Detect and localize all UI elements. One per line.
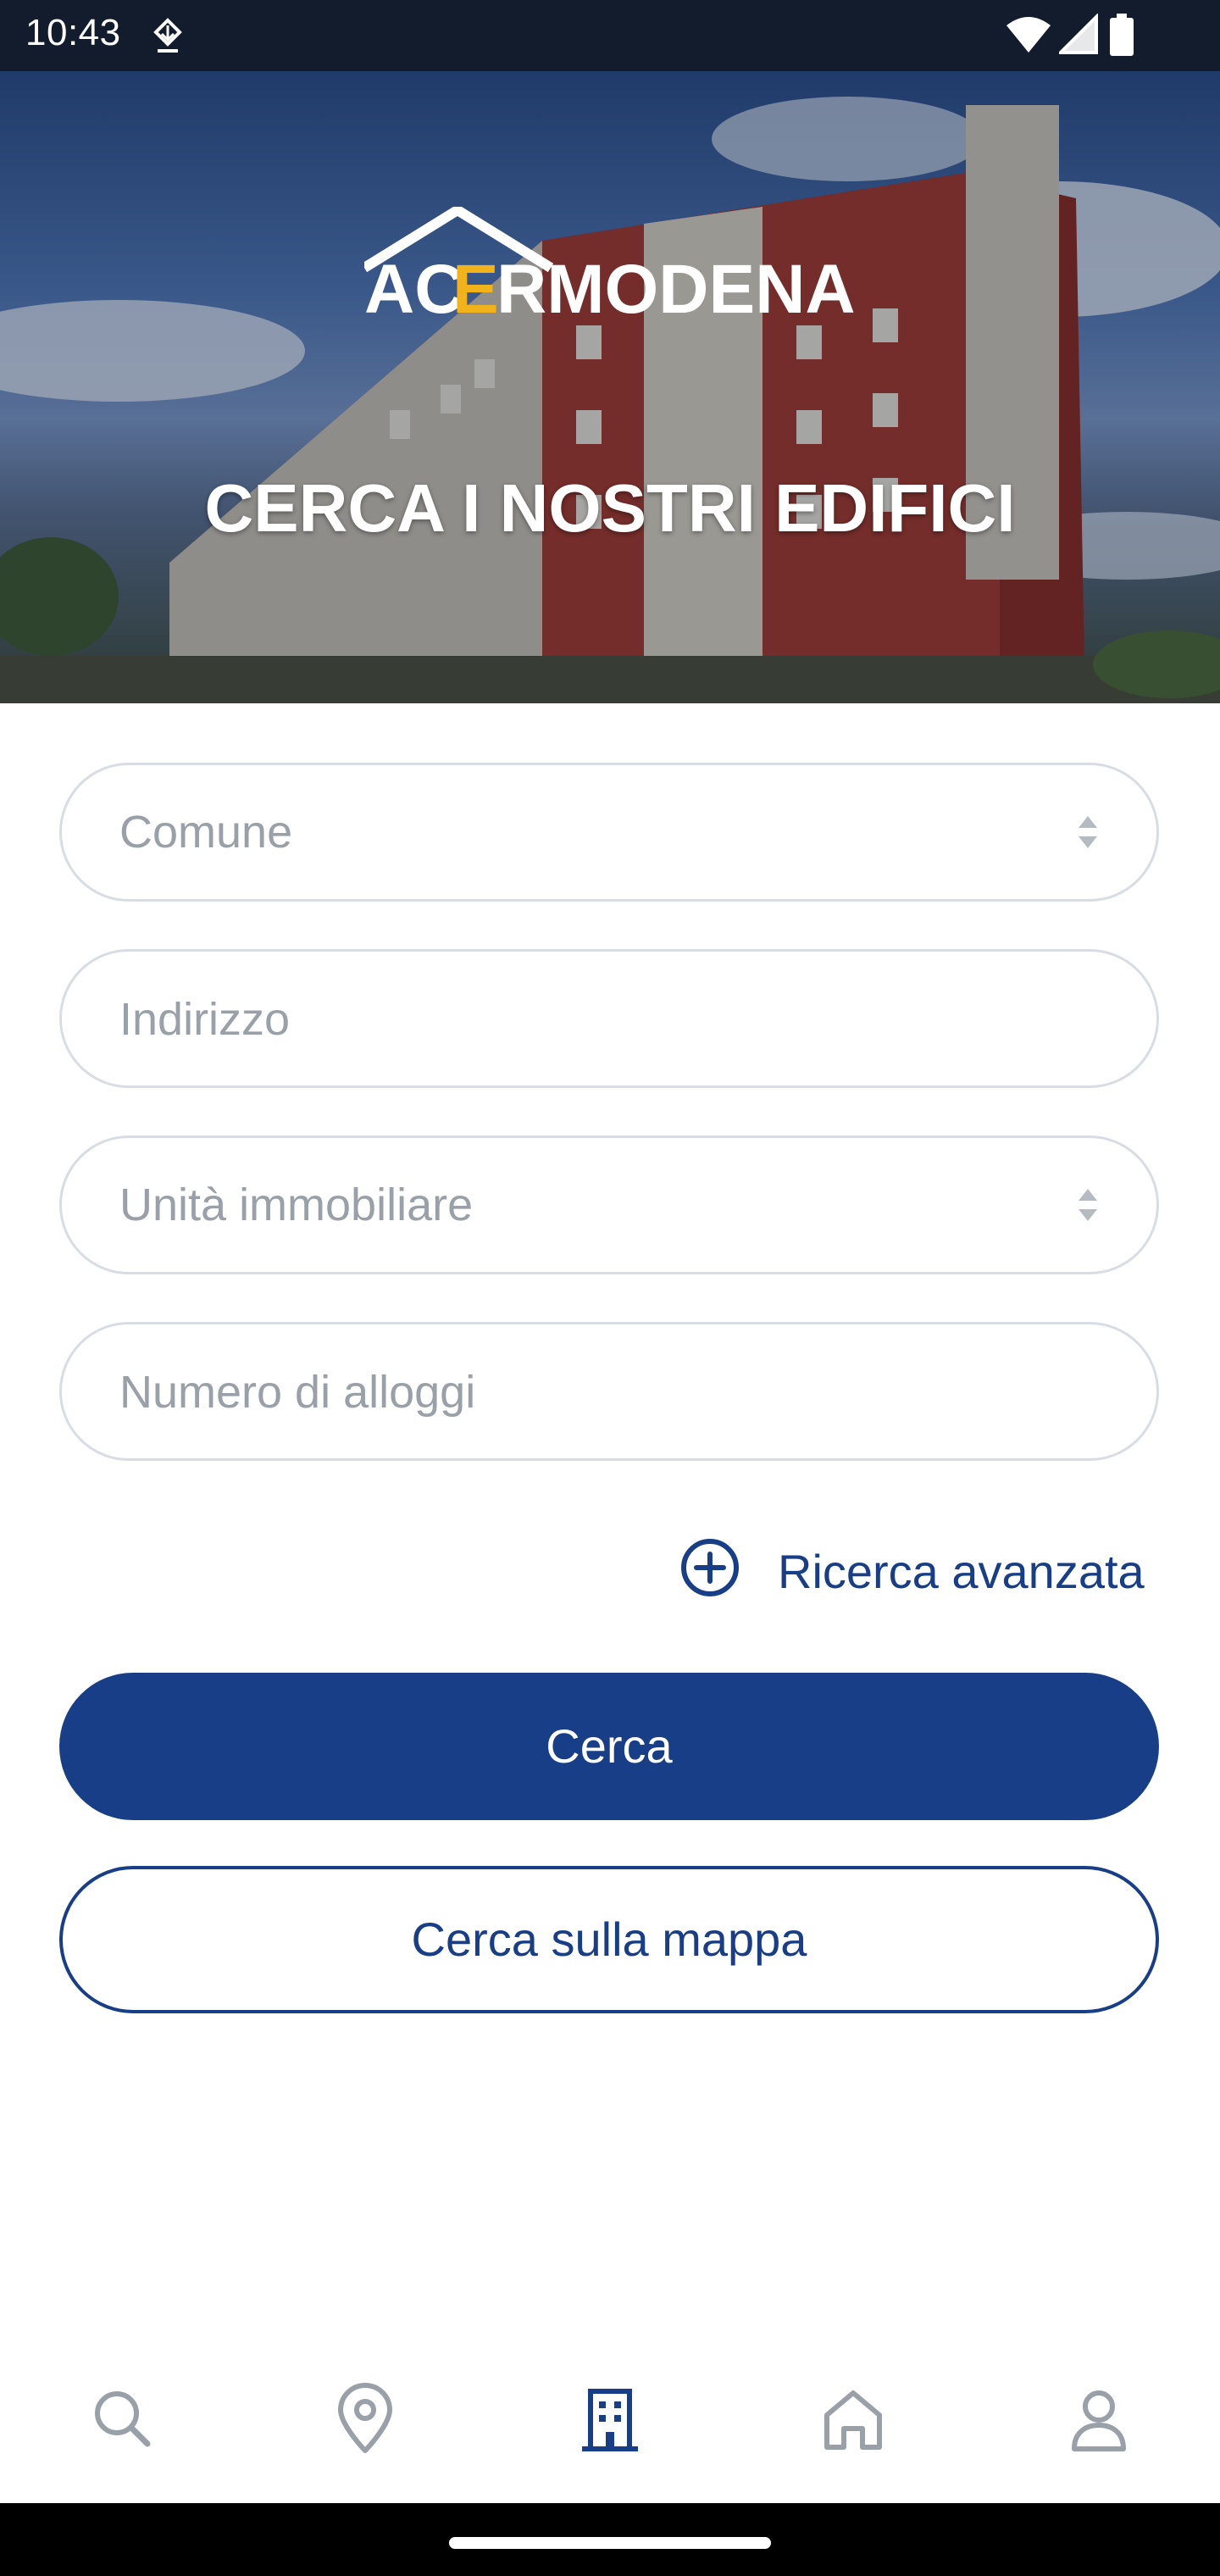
- nav-search[interactable]: [85, 2381, 161, 2457]
- home-icon: [824, 2390, 882, 2450]
- gesture-navigation-bar: [0, 2503, 1220, 2576]
- hero-overlay: [0, 71, 1220, 703]
- svg-text:AC: AC: [364, 251, 464, 317]
- map-pin-icon: [338, 2383, 392, 2453]
- select-arrows-icon: [1079, 816, 1097, 848]
- battery-icon: [1110, 14, 1134, 56]
- map-search-button[interactable]: Cerca sulla mappa: [59, 1866, 1159, 2013]
- home-gesture-handle[interactable]: [449, 2537, 771, 2549]
- indirizzo-input[interactable]: [118, 952, 1053, 1087]
- comune-select[interactable]: Comune: [59, 763, 1159, 902]
- nav-profile[interactable]: [1061, 2381, 1137, 2457]
- unita-immobiliare-select[interactable]: Unità immobiliare: [59, 1135, 1159, 1274]
- wifi-icon: [1006, 17, 1051, 53]
- numero-alloggi-input[interactable]: [118, 1324, 1053, 1460]
- svg-text:RMODENA: RMODENA: [496, 251, 856, 317]
- svg-text:E: E: [452, 251, 499, 317]
- indirizzo-field[interactable]: [59, 949, 1159, 1088]
- download-indicator-icon: [153, 18, 182, 53]
- plus-circle-icon: [681, 1539, 739, 1596]
- bottom-navigation: [0, 2356, 1220, 2503]
- nav-home[interactable]: [815, 2381, 891, 2457]
- nav-map[interactable]: [327, 2381, 403, 2457]
- unita-placeholder: Unità immobiliare: [119, 1180, 474, 1230]
- building-icon: [582, 2389, 638, 2451]
- page-title: CERCA I NOSTRI EDIFICI: [204, 470, 1016, 546]
- advanced-search-link[interactable]: Ricerca avanzata: [679, 1534, 1162, 1602]
- acer-modena-logo: AC E RMODENA: [364, 207, 856, 317]
- numero-alloggi-field[interactable]: [59, 1322, 1159, 1461]
- status-time: 10:43: [25, 12, 121, 53]
- user-icon: [1072, 2390, 1126, 2451]
- search-icon: [95, 2391, 151, 2447]
- hero-banner: AC E RMODENA CERCA I NOSTRI EDIFICI: [0, 71, 1220, 703]
- status-bar: 10:43: [0, 0, 1220, 71]
- nav-buildings[interactable]: [572, 2381, 648, 2457]
- advanced-search-label: Ricerca avanzata: [778, 1545, 1145, 1598]
- select-arrows-icon: [1079, 1189, 1097, 1221]
- search-button[interactable]: Cerca: [59, 1673, 1159, 1820]
- cell-signal-icon: [1059, 14, 1098, 54]
- comune-placeholder: Comune: [119, 807, 293, 858]
